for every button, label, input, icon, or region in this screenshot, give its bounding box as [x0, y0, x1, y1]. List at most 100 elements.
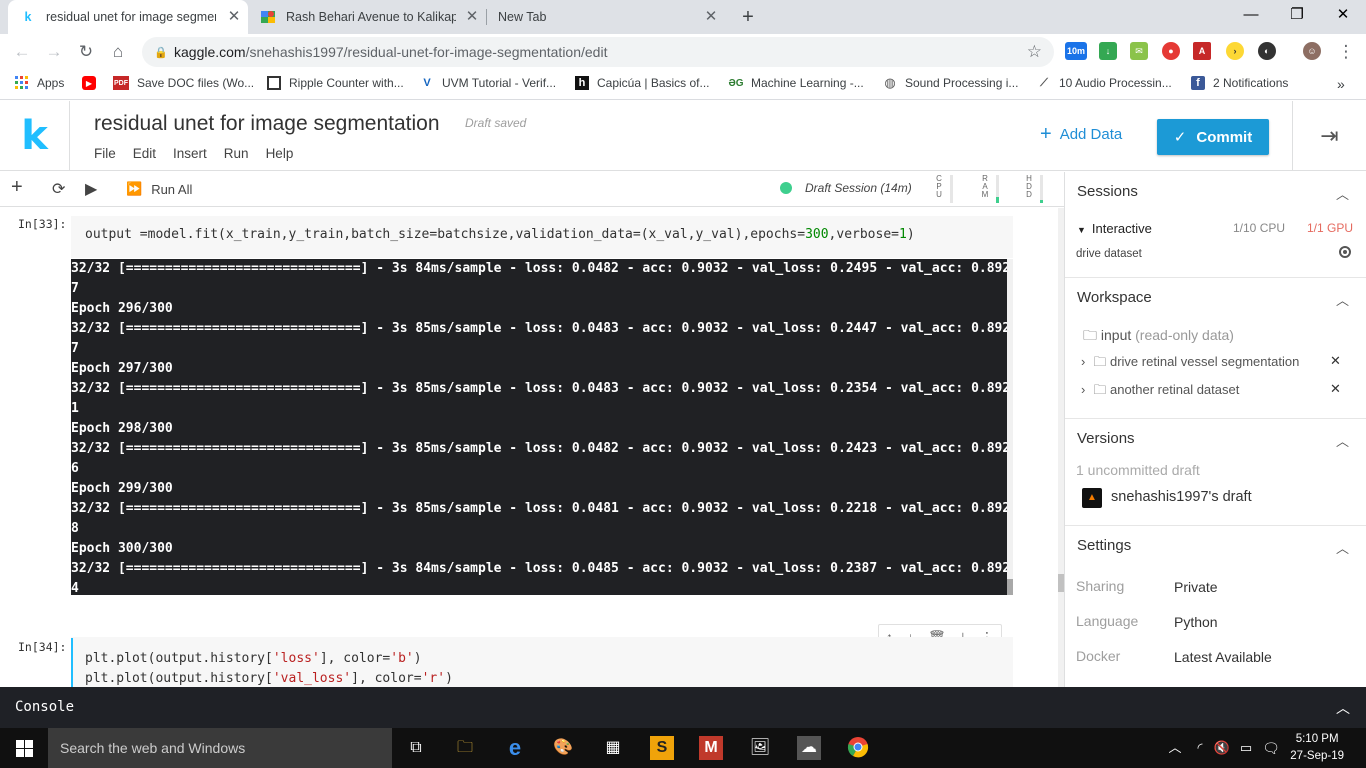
output-scrollbar[interactable] [1007, 259, 1013, 595]
more-bookmarks-icon[interactable]: » [1337, 76, 1345, 92]
arrow-extension-icon[interactable]: › [1226, 42, 1244, 60]
run-all-button[interactable]: ⏩ Run All [126, 181, 192, 197]
chrome-icon[interactable] [846, 736, 870, 760]
folder-icon: 🗀 [1093, 382, 1107, 397]
onedrive-icon[interactable]: ☁ [797, 736, 821, 760]
chevron-up-icon[interactable]: ︿ [1336, 538, 1349, 557]
wifi-icon[interactable]: ◜ [1188, 736, 1212, 760]
forward-icon[interactable]: → [42, 40, 66, 64]
download-extension-icon[interactable]: ↓ [1099, 42, 1117, 60]
remove-dataset-icon[interactable]: ✕ [1330, 353, 1341, 369]
new-tab-button[interactable]: + [736, 5, 760, 29]
taskbar-search[interactable]: Search the web and Windows [48, 728, 392, 768]
menu-file[interactable]: File [94, 146, 116, 161]
tab-kaggle[interactable]: k residual unet for image segmentation ✕ [8, 0, 248, 34]
menu-run[interactable]: Run [224, 146, 249, 161]
close-tab-icon[interactable]: ✕ [464, 9, 480, 25]
tracker-extension-icon[interactable]: ◐ [1258, 42, 1276, 60]
bookmark-sound-processing[interactable]: ◍ Sound Processing i... [883, 75, 1018, 90]
right-sidebar: Sessions ︿ ▼ Interactive 1/10 CPU 1/1 GPU… [1064, 172, 1366, 687]
dataset-item[interactable]: › 🗀 drive retinal vessel segmentation [1081, 353, 1299, 375]
run-cell-icon[interactable]: ▶ [85, 179, 97, 199]
notebook-title[interactable]: residual unet for image segmentation [94, 112, 440, 136]
chevron-up-icon[interactable]: ︿ [1336, 431, 1349, 450]
draft-version-link[interactable]: snehashis1997's draft [1111, 489, 1252, 505]
remove-dataset-icon[interactable]: ✕ [1330, 381, 1341, 397]
minimize-icon[interactable]: — [1228, 0, 1274, 30]
workspace-header[interactable]: Workspace [1077, 289, 1152, 306]
edge-icon[interactable]: e [503, 736, 527, 760]
timer-extension-icon[interactable]: 10m [1065, 42, 1087, 60]
close-window-icon[interactable]: ✕ [1320, 0, 1366, 30]
bookmark-ripple-counter[interactable]: Ripple Counter with... [267, 76, 404, 90]
menu-insert[interactable]: Insert [173, 146, 207, 161]
browser-menu-icon[interactable]: ⋮ [1334, 40, 1358, 64]
task-view-icon[interactable]: ⧉ [404, 736, 428, 760]
language-value[interactable]: Python [1174, 614, 1218, 630]
restore-icon[interactable]: ❐ [1274, 0, 1320, 30]
acrobat-extension-icon[interactable]: A [1193, 42, 1211, 60]
volume-muted-icon[interactable]: 🔇 [1210, 736, 1234, 760]
menu-edit[interactable]: Edit [133, 146, 156, 161]
uncommitted-draft-count: 1 uncommitted draft [1076, 462, 1200, 478]
notifications-icon[interactable]: 🗨 [1259, 736, 1283, 760]
sharing-value[interactable]: Private [1174, 579, 1218, 595]
tab-maps[interactable]: Rash Behari Avenue to Kalikapur ✕ [248, 0, 486, 34]
windows-start-icon[interactable] [0, 728, 48, 768]
session-type[interactable]: ▼ Interactive [1077, 221, 1152, 236]
bookmark-facebook[interactable]: f 2 Notifications [1191, 76, 1288, 90]
system-clock[interactable]: 5:10 PM 27-Sep-19 [1290, 731, 1344, 765]
sublime-icon[interactable]: S [650, 736, 674, 760]
versions-header[interactable]: Versions [1077, 430, 1135, 447]
bookmark-label: Machine Learning -... [751, 76, 864, 90]
commit-label: Commit [1196, 128, 1253, 146]
kaggle-logo-icon[interactable]: k [0, 101, 70, 171]
bookmark-star-icon[interactable]: ☆ [1027, 42, 1042, 62]
restart-icon[interactable]: ⟳ [52, 179, 65, 199]
photos-icon[interactable]: 🖼 [748, 736, 772, 760]
file-explorer-icon[interactable]: 🗀 [453, 736, 477, 760]
close-tab-icon[interactable]: ✕ [226, 9, 242, 25]
console-bar[interactable]: Console ︿ [0, 687, 1366, 728]
profile-avatar[interactable]: ☺ [1303, 42, 1321, 60]
bookmark-audio-processing[interactable]: ⟋ 10 Audio Processin... [1037, 76, 1172, 90]
inbox-extension-icon[interactable]: ✉ [1130, 42, 1148, 60]
paint-icon[interactable]: 🎨 [551, 736, 575, 760]
bookmark-youtube[interactable]: ▶ [82, 76, 104, 90]
calculator-icon[interactable]: ▦ [601, 736, 625, 760]
bookmark-save-doc[interactable]: PDF Save DOC files (Wo... [113, 76, 254, 90]
tab-new[interactable]: New Tab ✕ [487, 0, 725, 34]
code-cell[interactable]: plt.plot(output.history['loss'], color='… [71, 637, 1013, 687]
record-extension-icon[interactable]: ● [1162, 42, 1180, 60]
matlab-icon[interactable]: M [699, 736, 723, 760]
close-tab-icon[interactable]: ✕ [703, 9, 719, 25]
input-folder[interactable]: 🗀 input (read-only data) [1083, 325, 1234, 349]
dataset-item[interactable]: › 🗀 another retinal dataset [1081, 381, 1239, 403]
bookmark-machine-learning[interactable]: ƏG Machine Learning -... [728, 76, 864, 90]
bookmark-capicua[interactable]: h Capicúa | Basics of... [575, 76, 710, 90]
chevron-up-icon[interactable]: ︿ [1336, 698, 1350, 718]
collapse-sidebar-icon[interactable]: ⇥ [1292, 101, 1366, 171]
show-hidden-icons[interactable]: ︿ [1163, 736, 1187, 760]
code-cell[interactable]: output =model.fit(x_train,y_train,batch_… [71, 216, 1013, 258]
stop-session-icon[interactable] [1339, 246, 1351, 258]
bookmark-uvm[interactable]: V UVM Tutorial - Verif... [420, 76, 556, 90]
battery-icon[interactable]: ▭ [1234, 736, 1258, 760]
add-data-button[interactable]: + Add Data [1040, 124, 1122, 144]
add-cell-icon[interactable]: + [11, 176, 23, 199]
console-label: Console [15, 699, 75, 715]
reload-icon[interactable]: ↻ [74, 40, 98, 64]
home-icon[interactable]: ⌂ [106, 40, 130, 64]
output-line: 1 [71, 401, 79, 416]
commit-button[interactable]: ✓ Commit [1157, 119, 1269, 155]
chevron-up-icon[interactable]: ︿ [1336, 184, 1349, 203]
settings-header[interactable]: Settings [1077, 537, 1131, 554]
chevron-up-icon[interactable]: ︿ [1336, 290, 1349, 309]
sessions-header[interactable]: Sessions [1077, 183, 1138, 200]
menu-help[interactable]: Help [266, 146, 294, 161]
address-bar[interactable]: 🔒 kaggle.com/snehashis1997/residual-unet… [142, 37, 1054, 67]
session-status[interactable]: Draft Session (14m) [780, 181, 912, 195]
bookmark-apps[interactable]: Apps [15, 76, 64, 90]
back-icon[interactable]: ← [10, 40, 34, 64]
docker-value[interactable]: Latest Available [1174, 649, 1272, 665]
